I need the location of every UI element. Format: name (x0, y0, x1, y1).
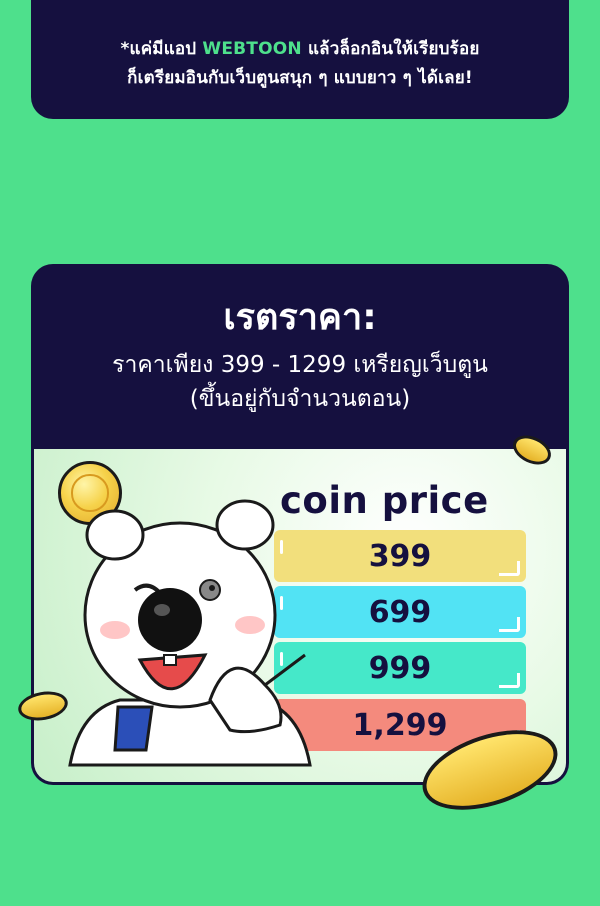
banner-line-2: ก็เตรียมอินกับเว็บตูนสนุก ๆ แบบยาว ๆ ได้… (127, 67, 473, 88)
price-card-header: เรตราคา: ราคาเพียง 399 - 1299 เหรียญเว็บ… (31, 264, 569, 449)
banner-line-1-suffix: แล้วล็อกอินให้เรียบร้อย (301, 38, 480, 59)
price-value: 1,299 (352, 707, 448, 743)
price-value: 699 (368, 594, 432, 630)
banner-line-1-prefix: *แค่มีแอป (120, 38, 203, 59)
promo-banner: *แค่มีแอป WEBTOON แล้วล็อกอินให้เรียบร้อ… (31, 0, 569, 119)
price-card-title: เรตราคา: (223, 297, 377, 338)
price-value: 999 (368, 650, 432, 686)
price-value: 399 (368, 538, 432, 574)
banner-line-1: *แค่มีแอป WEBTOON แล้วล็อกอินให้เรียบร้อ… (31, 35, 569, 64)
price-card-subtitle-1: ราคาเพียง 399 - 1299 เหรียญเว็บตูน (112, 352, 488, 378)
price-card-subtitle-2: (ขึ้นอยู่กับจำนวนตอน) (189, 386, 411, 412)
polar-bear-mascot (68, 499, 312, 767)
webtoon-brand: WEBTOON (202, 38, 302, 59)
